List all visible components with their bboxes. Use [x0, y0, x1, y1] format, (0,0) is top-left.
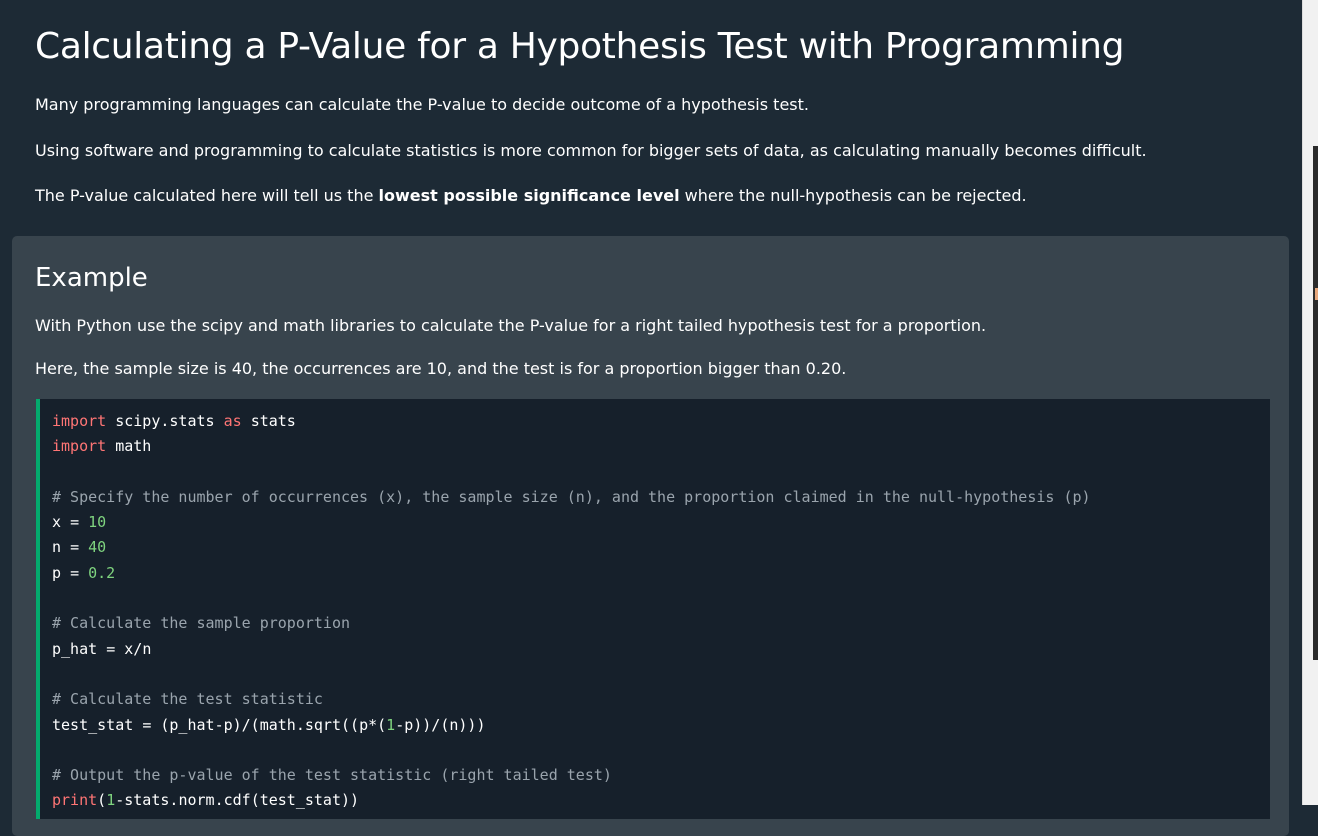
- example-heading: Example: [35, 263, 148, 293]
- code-line: print(1-stats.norm.cdf(test_stat)): [52, 791, 360, 810]
- code-line: import scipy.stats as stats: [52, 412, 296, 430]
- intro-paragraph-1: Many programming languages can calculate…: [35, 95, 809, 114]
- example-paragraph-2: Here, the sample size is 40, the occurre…: [35, 359, 847, 378]
- intro-paragraph-3-text-b: where the null-hypothesis can be rejecte…: [679, 186, 1027, 205]
- intro-paragraph-2: Using software and programming to calcul…: [35, 141, 1147, 160]
- page-content: Calculating a P-Value for a Hypothesis T…: [0, 0, 1302, 836]
- example-paragraph-1: With Python use the scipy and math libra…: [35, 316, 987, 335]
- scrollbar-thumb[interactable]: [1313, 146, 1318, 660]
- intro-paragraph-3-text-a: The P-value calculated here will tell us…: [35, 186, 379, 205]
- code-line: # Specify the number of occurrences (x),…: [52, 487, 1091, 506]
- page-title: Calculating a P-Value for a Hypothesis T…: [35, 26, 1125, 67]
- example-box: Example With Python use the scipy and ma…: [12, 236, 1289, 836]
- code-line: n = 40: [52, 538, 107, 557]
- intro-paragraph-3-bold: lowest possible significance level: [378, 186, 680, 205]
- code-line: test_stat = (p_hat-p)/(math.sqrt((p*(1-p…: [52, 715, 486, 734]
- code-line: # Output the p-value of the test statist…: [52, 766, 612, 785]
- code-line: # Calculate the sample proportion: [52, 614, 351, 633]
- code-line: p = 0.2: [52, 563, 116, 582]
- code-line: import math: [52, 437, 152, 456]
- code-lines: import scipy.stats as stats import math # …: [52, 409, 1091, 814]
- code-line: p_hat = x/n: [52, 639, 152, 658]
- code-line: # Calculate the test statistic: [52, 690, 323, 709]
- code-line: x = 10: [52, 513, 107, 532]
- code-block[interactable]: import scipy.stats as stats import math # …: [36, 399, 1270, 819]
- intro-paragraph-3: The P-value calculated here will tell us…: [35, 185, 1027, 207]
- scrollbar[interactable]: [1302, 0, 1318, 805]
